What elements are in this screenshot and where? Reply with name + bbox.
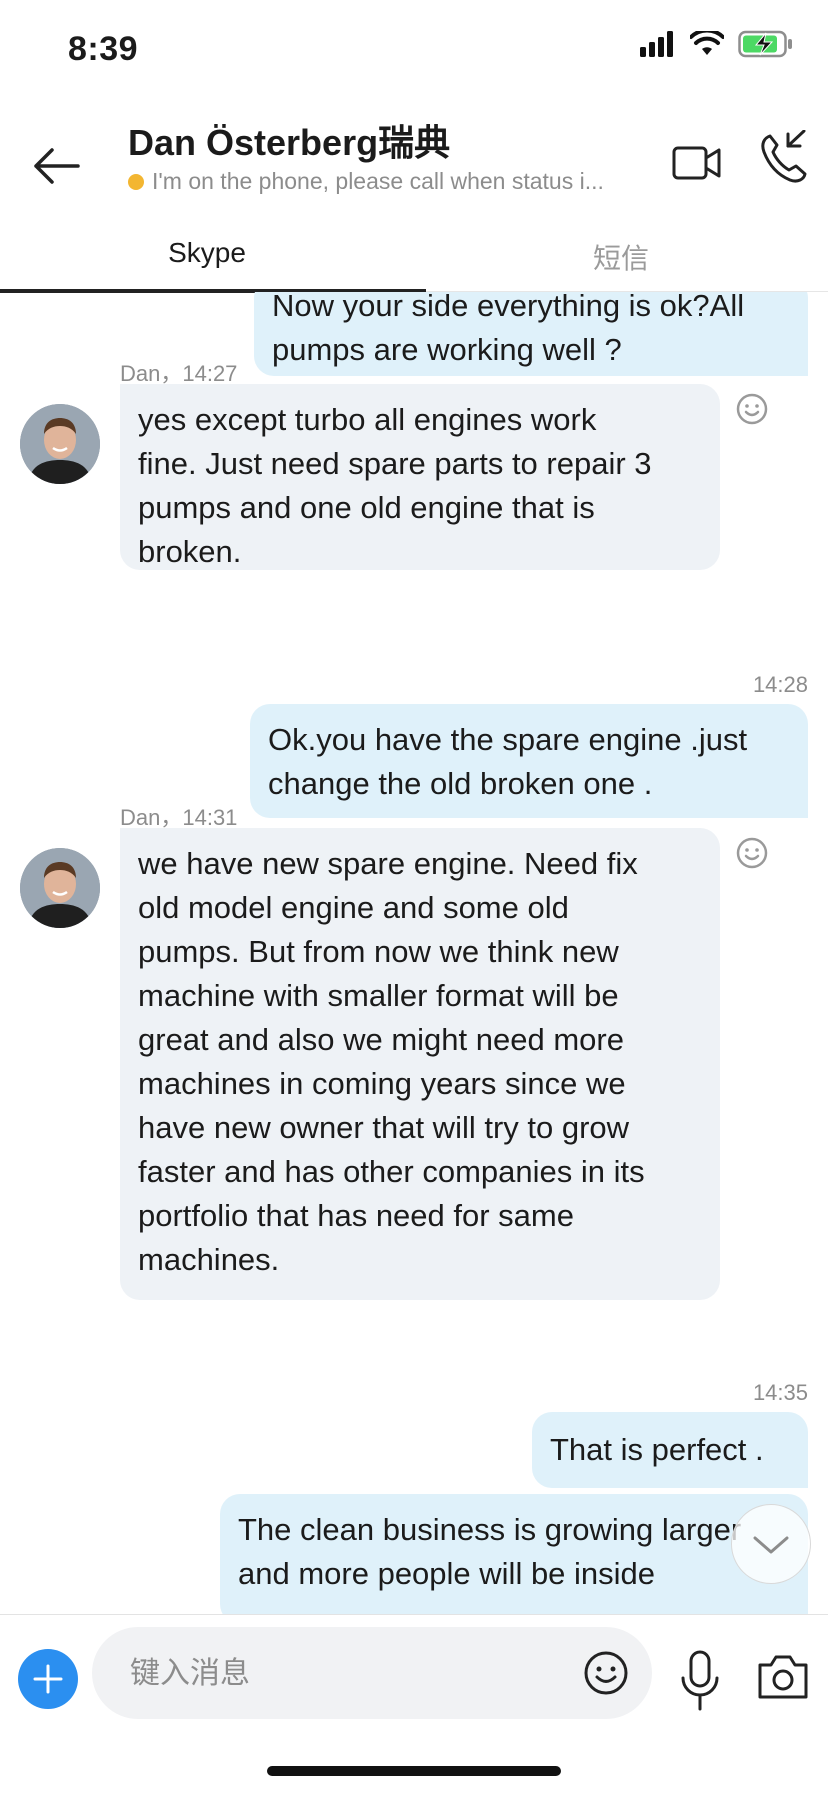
message-line: portfolio that has need for same	[138, 1198, 574, 1233]
status-time: 8:39	[68, 30, 139, 68]
avatar[interactable]	[20, 404, 100, 484]
message-bubble-outgoing[interactable]: That is perfect .	[532, 1412, 808, 1488]
back-arrow-icon[interactable]	[28, 138, 84, 194]
message-line: yes except turbo all engines work	[138, 402, 597, 437]
tab-skype[interactable]: Skype	[0, 237, 414, 269]
conversation-tabs: Skype 短信	[0, 225, 828, 293]
add-content-button[interactable]	[18, 1649, 78, 1709]
battery-charging-icon	[738, 30, 792, 58]
message-bubble-incoming[interactable]: yes except turbo all engines work fine. …	[120, 384, 720, 570]
message-line: fine. Just need spare parts to repair 3	[138, 446, 652, 481]
add-reaction-icon[interactable]	[735, 392, 769, 426]
message-line: The clean business is growing larger	[238, 1512, 742, 1547]
camera-icon[interactable]	[756, 1653, 810, 1701]
message-line: and more people will be inside	[238, 1556, 656, 1591]
message-bubble-outgoing[interactable]: The clean business is growing larger and…	[220, 1494, 808, 1614]
message-line: machines in coming years since we	[138, 1066, 626, 1101]
message-line: That is perfect .	[550, 1432, 764, 1467]
message-line: great and also we might need more	[138, 1022, 624, 1057]
home-indicator[interactable]	[267, 1766, 561, 1776]
message-line: old model engine and some old	[138, 890, 569, 925]
message-line: Now your side everything is ok?All	[272, 292, 745, 323]
chevron-down-icon	[753, 1536, 789, 1554]
message-line: change the old broken one .	[268, 766, 653, 801]
microphone-icon[interactable]	[678, 1649, 722, 1713]
message-input-container[interactable]	[92, 1627, 652, 1721]
message-line: machines.	[138, 1242, 280, 1277]
emoji-icon[interactable]	[582, 1649, 630, 1697]
message-line: have new owner that will try to grow	[138, 1110, 630, 1145]
video-call-icon[interactable]	[672, 138, 722, 188]
audio-call-icon[interactable]	[758, 130, 808, 186]
message-line: machine with smaller format will be	[138, 978, 619, 1013]
away-clock-icon	[128, 173, 144, 190]
cellular-signal-icon	[640, 31, 673, 57]
contact-status-text: I'm on the phone, please call when statu…	[152, 168, 604, 194]
message-timestamp: 14:35	[752, 1380, 808, 1405]
message-line: pumps are working well ?	[272, 332, 622, 367]
message-line: Ok.you have the spare engine .just	[268, 722, 748, 757]
message-timestamp: 14:28	[752, 672, 808, 697]
plus-icon	[33, 1664, 63, 1694]
add-reaction-icon[interactable]	[735, 836, 769, 870]
message-bubble-outgoing[interactable]: Now your side everything is ok?All pumps…	[254, 292, 808, 376]
message-list[interactable]: Now your side everything is ok?All pumps…	[0, 292, 828, 1614]
message-bubble-incoming[interactable]: we have new spare engine. Need fix old m…	[120, 828, 720, 1300]
status-bar: 8:39	[0, 0, 828, 100]
message-line: we have new spare engine. Need fix	[138, 846, 638, 881]
contact-name[interactable]: Dan Österberg瑞典	[128, 114, 450, 166]
message-line: pumps. But from now we think new	[138, 934, 619, 969]
chat-header: Dan Österberg瑞典 I'm on the phone, please…	[0, 100, 828, 220]
message-line: faster and has other companies in its	[138, 1154, 645, 1189]
avatar[interactable]	[20, 848, 100, 928]
tab-sms[interactable]: 短信	[414, 237, 828, 277]
contact-avatar-icon	[20, 848, 100, 928]
scroll-to-bottom-button[interactable]	[731, 1504, 811, 1584]
message-line: broken.	[138, 534, 242, 569]
status-icons	[640, 30, 794, 58]
contact-status[interactable]: I'm on the phone, please call when statu…	[128, 168, 604, 195]
message-line: pumps and one old engine that is	[138, 490, 595, 525]
contact-avatar-icon	[20, 404, 100, 484]
wifi-icon	[690, 31, 724, 55]
message-bubble-outgoing[interactable]: Ok.you have the spare engine .just chang…	[250, 704, 808, 818]
message-input[interactable]	[128, 1627, 552, 1721]
